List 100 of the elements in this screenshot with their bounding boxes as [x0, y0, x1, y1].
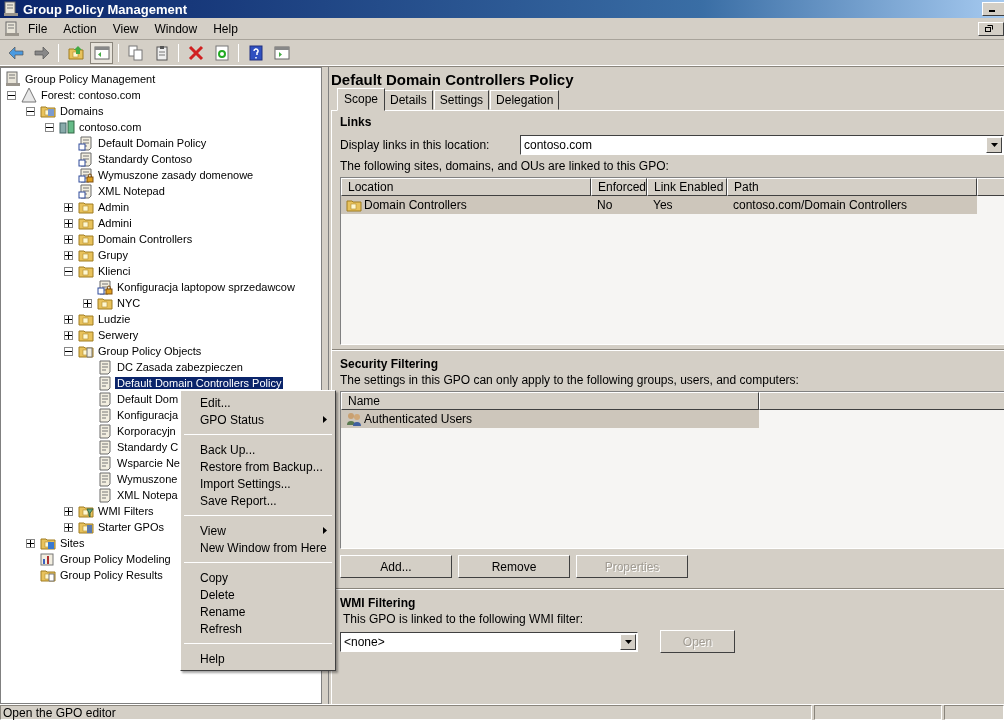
column-header[interactable]: Enforced [591, 178, 647, 196]
tree-item[interactable]: Default Domain Policy [96, 137, 209, 149]
menu-item[interactable]: New Window from Here [183, 539, 333, 556]
restore-icon [985, 24, 993, 32]
tab[interactable]: Settings [433, 90, 490, 110]
menu-item[interactable]: Delete [183, 586, 333, 603]
collapse-icon[interactable] [26, 106, 35, 116]
folder-icon [40, 103, 56, 119]
tree-item[interactable]: Default Dom [115, 393, 181, 405]
action-button[interactable]: Remove [458, 555, 570, 578]
expand-icon[interactable] [64, 202, 73, 212]
scroll-icon [97, 407, 113, 423]
expand-icon[interactable] [64, 234, 73, 244]
scroll-icon [97, 487, 113, 503]
menu-item[interactable]: Refresh [183, 620, 333, 637]
folder-icon [40, 567, 56, 583]
tree-item[interactable]: Serwery [96, 329, 141, 341]
menu-item[interactable]: View [183, 522, 333, 539]
column-header[interactable]: Link Enabled [647, 178, 727, 196]
restore-button[interactable] [978, 21, 1004, 36]
table-cell: Authenticated Users [364, 412, 473, 426]
folder-icon [78, 311, 94, 327]
tree-item[interactable]: Forest: contoso.com [39, 89, 143, 101]
scroll-icon [97, 375, 113, 391]
collapse-icon[interactable] [45, 122, 54, 132]
tree-item[interactable]: Korporacyjn [115, 425, 178, 437]
collapse-icon[interactable] [7, 90, 16, 100]
tree-item[interactable]: Admin [96, 201, 132, 213]
window-title: Group Policy Management [23, 1, 188, 17]
menu-item[interactable]: Rename [183, 603, 333, 620]
scroll-icon [97, 391, 113, 407]
tree-item[interactable]: Default Domain Controllers Policy [115, 377, 284, 389]
tree-item[interactable]: XML Notepa [115, 489, 180, 501]
menu-item[interactable]: Import Settings... [183, 475, 333, 492]
tree-item[interactable]: contoso.com [77, 121, 144, 133]
menu-item[interactable]: Help [205, 21, 246, 36]
table-cell: contoso.com/Domain Controllers [733, 198, 908, 212]
tree-item[interactable]: Starter GPOs [96, 521, 167, 533]
forward-arrow-icon [33, 44, 50, 61]
tree-item[interactable]: Group Policy Objects [96, 345, 204, 357]
menu-item[interactable]: GPO Status [183, 411, 333, 428]
expand-icon[interactable] [26, 538, 35, 548]
tree-item[interactable]: Standardy Contoso [96, 153, 195, 165]
tree-item[interactable]: XML Notepad [96, 185, 167, 197]
menu-item[interactable]: Window [146, 21, 206, 36]
menu-item[interactable]: Copy [183, 569, 333, 586]
tree-item[interactable]: Group Policy Results [58, 569, 165, 581]
menu-item[interactable]: Restore from Backup... [183, 458, 333, 475]
collapse-icon[interactable] [64, 346, 73, 356]
menu-item[interactable]: Help [183, 650, 333, 667]
dropdown-arrow-icon [624, 639, 632, 644]
action-button[interactable]: Add... [340, 555, 452, 578]
tree-item[interactable]: NYC [115, 297, 143, 309]
submenu-arrow-icon [323, 416, 327, 423]
expand-icon[interactable] [64, 522, 73, 532]
tree-item[interactable]: Konfiguracja [115, 409, 181, 421]
scroll-icon [97, 455, 113, 471]
scroll-icon [97, 423, 113, 439]
wmi-filter-dropdown[interactable]: <none> [340, 631, 638, 652]
tree-item[interactable]: Grupy [96, 249, 130, 261]
folder-up-icon [67, 44, 84, 61]
column-header[interactable]: Path [727, 178, 977, 196]
scroll-icon [78, 151, 94, 167]
collapse-icon[interactable] [64, 266, 73, 276]
expand-icon[interactable] [64, 250, 73, 260]
tree-item[interactable]: Domains [58, 105, 106, 117]
tree-item[interactable]: Sites [58, 537, 87, 549]
expand-icon[interactable] [64, 218, 73, 228]
location-dropdown[interactable]: contoso.com [520, 135, 1004, 155]
expand-icon[interactable] [64, 506, 73, 516]
menu-item[interactable]: Back Up... [183, 441, 333, 458]
expand-icon[interactable] [64, 314, 73, 324]
tree-item[interactable]: Standardy C [115, 441, 181, 453]
menu-item[interactable]: View [104, 21, 147, 36]
tree-item[interactable]: WMI Filters [96, 505, 156, 517]
column-header[interactable]: Name [341, 392, 759, 410]
tree-item[interactable]: Admini [96, 217, 134, 229]
tree-item[interactable]: Group Policy Modeling [58, 553, 173, 565]
expand-icon[interactable] [83, 298, 92, 308]
tree-item[interactable]: Wymuszone zasady domenowe [96, 169, 256, 181]
toolbar-button[interactable] [90, 41, 113, 64]
tab[interactable]: Delegation [490, 90, 560, 110]
menu-item[interactable]: Save Report... [183, 492, 333, 509]
status-text: Open the GPO editor [0, 705, 812, 720]
tree-item[interactable]: DC Zasada zabezpieczen [115, 361, 245, 373]
tree-item[interactable]: Klienci [96, 265, 133, 277]
tree-item[interactable]: Wsparcie Ne [115, 457, 182, 469]
column-header[interactable]: Location [341, 178, 591, 196]
tree-item[interactable]: Konfiguracja laptopow sprzedawcow [115, 281, 297, 293]
tree-item[interactable]: Group Policy Management [23, 73, 158, 85]
tree-item[interactable]: Wymuszone [115, 473, 180, 485]
minimize-button[interactable] [982, 2, 1004, 16]
menu-item[interactable]: Action [55, 21, 105, 36]
tab[interactable]: Details [384, 90, 433, 110]
expand-icon[interactable] [64, 330, 73, 340]
menu-item[interactable]: File [20, 21, 56, 36]
tab[interactable]: Scope [337, 88, 386, 111]
tree-item[interactable]: Ludzie [96, 313, 133, 325]
tree-item[interactable]: Domain Controllers [96, 233, 195, 245]
menu-item[interactable]: Edit... [183, 394, 333, 411]
